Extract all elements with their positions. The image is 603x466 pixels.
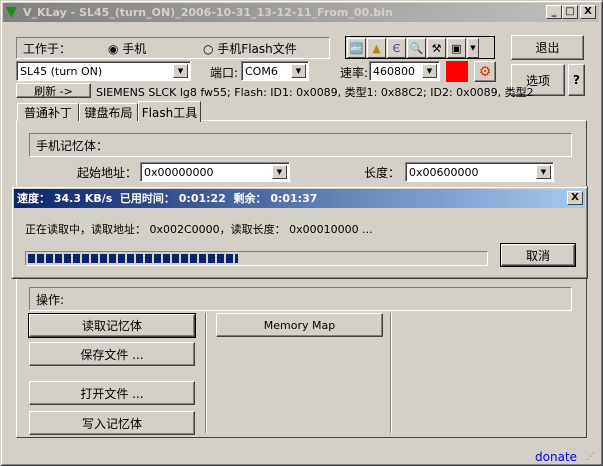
tab-patches[interactable]: 普通补丁 — [17, 103, 79, 121]
connection-status-indicator — [446, 61, 468, 82]
open-file-button[interactable]: 打开文件 ... — [29, 381, 195, 405]
chevron-down-icon[interactable]: ▼ — [291, 64, 306, 78]
magnifier-icon[interactable]: 🔍 — [407, 38, 426, 58]
tools-icon[interactable]: ⚒ — [427, 38, 446, 58]
progress-dialog: 速度： 34.3 KB/s 已用时间： 0:01:22 剩余： 0:01:37 … — [11, 186, 588, 279]
donate-link[interactable]: donate — [535, 450, 577, 464]
chevron-down-icon[interactable]: ▼ — [422, 64, 437, 78]
length-select[interactable]: 0x00600000 ▼ — [405, 162, 554, 182]
phone-memory-group: 手机记忆体： — [29, 133, 572, 157]
ce-icon[interactable]: Є — [387, 38, 406, 58]
port-label: 端口: — [210, 66, 239, 80]
resize-grip-icon[interactable]: ⋰ — [586, 452, 595, 462]
title-bar: ▼ V_KLay - SL45_(turn_ON)_2006-10-31_13-… — [3, 3, 599, 22]
maximize-button[interactable]: □ — [562, 5, 578, 19]
dialog-close-button[interactable]: X — [567, 191, 583, 205]
work-mode-label: 工作于： — [23, 41, 72, 56]
start-address-select[interactable]: 0x00000000 ▼ — [140, 162, 290, 182]
toolbar: 🔤 ▲ Є 🔍 ⚒ ▣ ▼ — [345, 36, 495, 59]
memory-map-button[interactable]: Memory Map — [216, 313, 383, 337]
progress-fill — [28, 254, 239, 263]
chevron-down-icon[interactable]: ▼ — [272, 165, 287, 179]
length-label: 长度： — [364, 166, 401, 180]
read-memory-button[interactable]: 读取记忆体 — [28, 313, 196, 338]
work-mode-group: 工作于： ◉ 手机 ○ 手机Flash文件 — [16, 37, 330, 59]
cancel-button[interactable]: 取消 — [500, 243, 576, 267]
help-button[interactable]: ? — [568, 64, 585, 96]
settings-gear-button[interactable]: ⚙ — [474, 61, 496, 82]
separator — [205, 313, 207, 433]
write-memory-button[interactable]: 写入记忆体 — [29, 411, 195, 435]
progress-bar — [25, 251, 488, 266]
progress-dialog-title: 速度： 34.3 KB/s 已用时间： 0:01:22 剩余： 0:01:37 — [14, 189, 585, 208]
dropdown-icon[interactable]: ▼ — [467, 38, 479, 58]
phone-model-select[interactable]: SL45 (turn ON) ▼ — [16, 61, 191, 81]
refresh-button[interactable]: 刷新 -> — [16, 83, 91, 98]
separator — [390, 313, 392, 433]
abc-icon[interactable]: 🔤 — [347, 38, 366, 58]
port-select[interactable]: COM6 ▼ — [241, 61, 309, 81]
save-file-button[interactable]: 保存文件 ... — [29, 342, 195, 366]
start-address-label: 起始地址： — [77, 166, 138, 180]
radio-phone[interactable]: ◉ 手机 — [108, 40, 203, 57]
close-button[interactable]: X — [580, 5, 596, 19]
rate-label: 速率: — [340, 66, 369, 80]
rocket-icon[interactable]: ▲ — [367, 38, 386, 58]
window-icon[interactable]: ▣ — [447, 38, 466, 58]
operations-group: 操作: — [29, 287, 572, 311]
radio-flash-file[interactable]: ○ 手机Flash文件 — [203, 40, 297, 57]
rate-select[interactable]: 460800 ▼ — [369, 61, 440, 81]
tab-keyboard-layout[interactable]: 键盘布局 — [79, 103, 138, 121]
minimize-button[interactable]: _ — [546, 5, 562, 19]
window-title: V_KLay - SL45_(turn_ON)_2006-10-31_13-12… — [23, 6, 393, 19]
tab-flash-tools[interactable]: Flash工具 — [138, 101, 201, 122]
app-logo-icon: ▼ — [6, 4, 17, 20]
exit-button[interactable]: 退出 — [511, 35, 584, 60]
phone-info-text: SIEMENS SLCK lg8 fw55; Flash: ID1: 0x008… — [96, 86, 534, 99]
chevron-down-icon[interactable]: ▼ — [536, 165, 551, 179]
chevron-down-icon[interactable]: ▼ — [173, 64, 188, 78]
progress-message: 正在读取中，读取地址： 0x002C0000，读取长度： 0x00010000 … — [25, 223, 373, 236]
